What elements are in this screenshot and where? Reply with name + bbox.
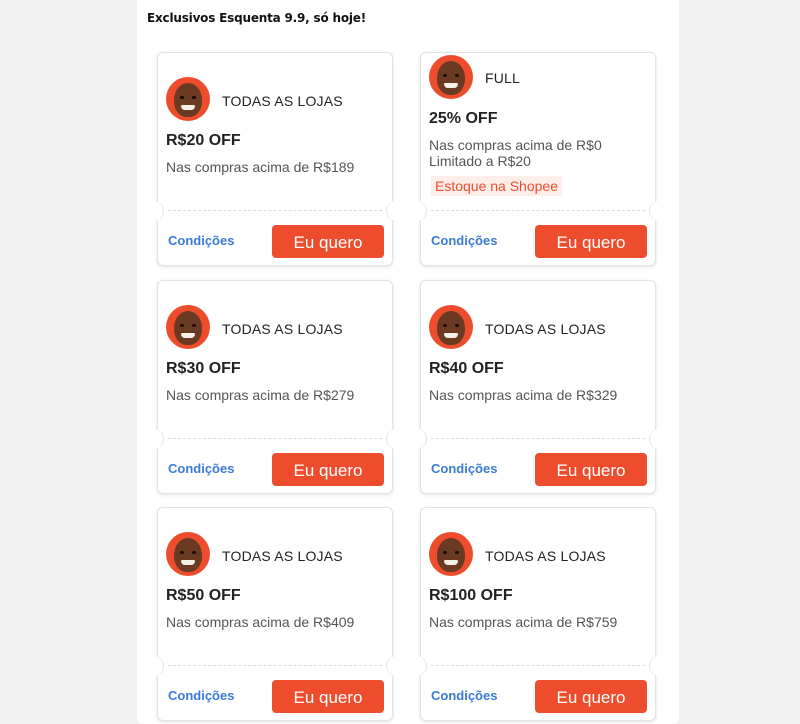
ticket-divider xyxy=(168,210,382,211)
store-avatar xyxy=(166,305,210,349)
ticket-notch-left xyxy=(414,429,427,449)
min-purchase-line: Nas compras acima de R$0 xyxy=(429,137,602,153)
store-avatar xyxy=(429,532,473,576)
store-avatar xyxy=(429,55,473,99)
coupon-card: TODAS AS LOJAS R$40 OFF Nas compras acim… xyxy=(414,280,662,494)
section-heading: Exclusivos Esquenta 9.9, só hoje! xyxy=(147,11,366,25)
coupon-card: TODAS AS LOJAS R$30 OFF Nas compras acim… xyxy=(151,280,399,494)
ticket-notch-right xyxy=(386,429,399,449)
min-purchase-text: Nas compras acima de R$329 xyxy=(429,387,618,403)
ticket-divider xyxy=(431,665,645,666)
coupon-card: TODAS AS LOJAS R$20 OFF Nas compras acim… xyxy=(151,52,399,266)
min-purchase-text: Nas compras acima de R$409 xyxy=(166,614,355,630)
ticket-notch-left xyxy=(151,201,164,221)
claim-coupon-button[interactable]: Eu quero xyxy=(535,453,647,486)
discount-title: R$50 OFF xyxy=(166,587,241,604)
coupon-card: FULL 25% OFF Nas compras acima de R$0 Li… xyxy=(414,52,662,266)
claim-coupon-button[interactable]: Eu quero xyxy=(535,680,647,713)
ticket-notch-right xyxy=(386,656,399,676)
claim-coupon-button[interactable]: Eu quero xyxy=(535,225,647,258)
conditions-link[interactable]: Condições xyxy=(168,461,234,476)
ticket-divider xyxy=(168,665,382,666)
discount-title: R$40 OFF xyxy=(429,360,504,377)
claim-coupon-button[interactable]: Eu quero xyxy=(272,225,384,258)
conditions-link[interactable]: Condições xyxy=(431,688,497,703)
stock-badge: Estoque na Shopee xyxy=(431,176,562,196)
conditions-link[interactable]: Condições xyxy=(431,233,497,248)
ticket-divider xyxy=(431,438,645,439)
conditions-link[interactable]: Condições xyxy=(168,233,234,248)
claim-coupon-button[interactable]: Eu quero xyxy=(272,453,384,486)
min-purchase-text: Nas compras acima de R$0 Limitado a R$20 xyxy=(429,137,602,169)
limit-line: Limitado a R$20 xyxy=(429,153,531,169)
store-name: TODAS AS LOJAS xyxy=(222,548,343,564)
ticket-notch-right xyxy=(386,201,399,221)
store-name: TODAS AS LOJAS xyxy=(485,321,606,337)
ticket-notch-right xyxy=(649,429,662,449)
coupon-card: TODAS AS LOJAS R$50 OFF Nas compras acim… xyxy=(151,507,399,721)
store-name: TODAS AS LOJAS xyxy=(222,321,343,337)
face-icon xyxy=(174,311,202,345)
conditions-link[interactable]: Condições xyxy=(431,461,497,476)
min-purchase-text: Nas compras acima de R$759 xyxy=(429,614,618,630)
ticket-notch-left xyxy=(151,429,164,449)
store-name: TODAS AS LOJAS xyxy=(485,548,606,564)
ticket-notch-right xyxy=(649,201,662,221)
conditions-link[interactable]: Condições xyxy=(168,688,234,703)
min-purchase-text: Nas compras acima de R$279 xyxy=(166,387,355,403)
face-icon xyxy=(437,311,465,345)
ticket-notch-left xyxy=(414,656,427,676)
discount-title: R$20 OFF xyxy=(166,132,241,149)
coupon-card: TODAS AS LOJAS R$100 OFF Nas compras aci… xyxy=(414,507,662,721)
ticket-notch-right xyxy=(649,656,662,676)
ticket-divider xyxy=(431,210,645,211)
face-icon xyxy=(174,538,202,572)
ticket-divider xyxy=(168,438,382,439)
store-avatar xyxy=(429,305,473,349)
discount-title: R$100 OFF xyxy=(429,587,513,604)
store-name: FULL xyxy=(485,70,521,86)
discount-title: 25% OFF xyxy=(429,110,498,127)
claim-coupon-button[interactable]: Eu quero xyxy=(272,680,384,713)
face-icon xyxy=(174,83,202,117)
discount-title: R$30 OFF xyxy=(166,360,241,377)
ticket-notch-left xyxy=(414,201,427,221)
face-icon xyxy=(437,538,465,572)
store-avatar xyxy=(166,532,210,576)
min-purchase-text: Nas compras acima de R$189 xyxy=(166,159,355,175)
store-avatar xyxy=(166,77,210,121)
face-icon xyxy=(437,61,465,95)
ticket-notch-left xyxy=(151,656,164,676)
store-name: TODAS AS LOJAS xyxy=(222,93,343,109)
